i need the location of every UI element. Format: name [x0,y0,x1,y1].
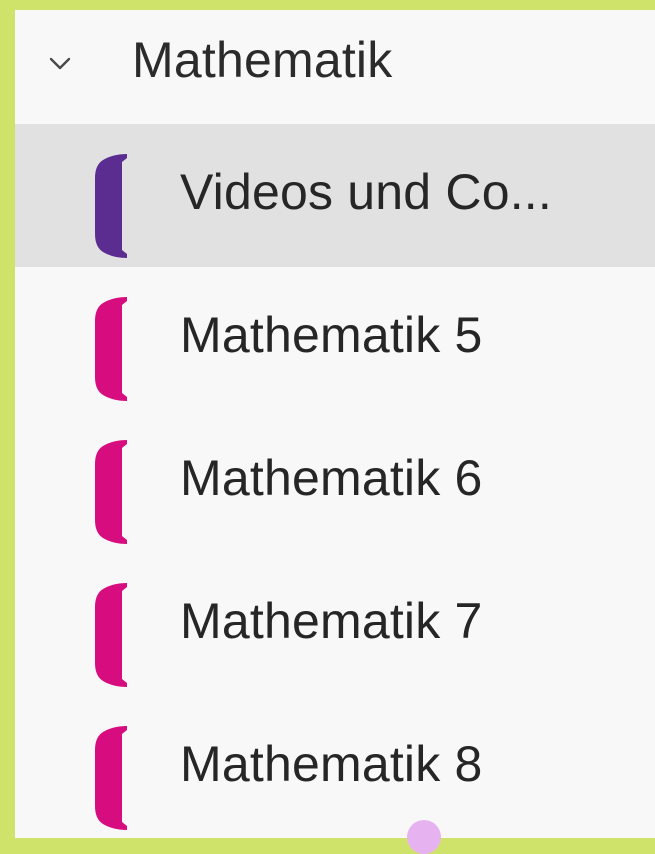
section-tab-icon [95,440,127,544]
section-item-label: Mathematik 8 [180,736,483,792]
section-tab-icon [95,583,127,687]
section-item-videos[interactable]: Videos und Co... [15,124,655,267]
section-tab-icon [95,154,127,258]
cursor-dot [407,820,441,854]
section-item-label: Mathematik 6 [180,450,483,506]
notebook-panel: Mathematik Videos und Co... Mathematik 5… [15,10,655,838]
section-item-mathematik-5[interactable]: Mathematik 5 [15,267,655,410]
section-tab-icon [95,726,127,830]
section-item-mathematik-6[interactable]: Mathematik 6 [15,410,655,553]
section-item-label: Videos und Co... [180,164,552,220]
section-item-label: Mathematik 7 [180,593,483,649]
section-item-mathematik-7[interactable]: Mathematik 7 [15,553,655,696]
section-list: Videos und Co... Mathematik 5 Mathematik… [15,124,655,838]
section-tab-icon [95,297,127,401]
section-item-label: Mathematik 5 [180,307,483,363]
chevron-down-icon[interactable] [43,47,77,81]
section-item-mathematik-8[interactable]: Mathematik 8 [15,696,655,838]
section-header-mathematik[interactable]: Mathematik [15,10,655,124]
section-title: Mathematik [132,32,393,88]
